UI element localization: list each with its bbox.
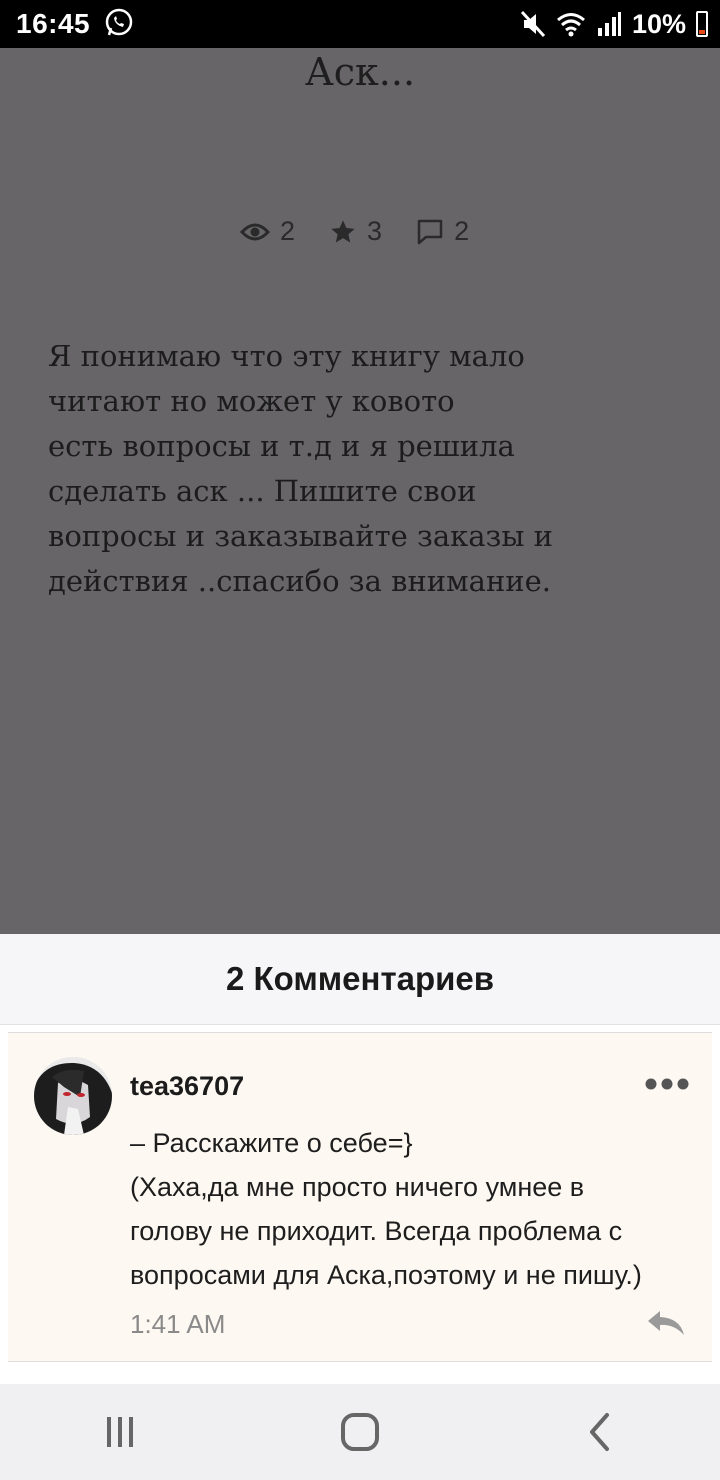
comments-count: 2 — [454, 216, 470, 246]
comments-sheet: 2 Комментариев tea36707 – Расскажите о с… — [0, 934, 720, 1384]
status-icons: 10% — [520, 6, 708, 42]
whatsapp-icon — [105, 8, 133, 36]
comment-text: – Расскажите о себе=} (Хаха,да мне прост… — [130, 1128, 642, 1290]
comment-item[interactable]: tea36707 – Расскажите о себе=} (Хаха,да … — [8, 1032, 712, 1362]
signal-icon — [597, 12, 621, 36]
battery-percent: 10% — [631, 8, 686, 39]
avatar-image — [34, 1057, 112, 1135]
recent-apps-button[interactable] — [80, 1392, 160, 1472]
wifi-icon — [556, 13, 585, 37]
star-icon — [331, 219, 355, 242]
battery-icon — [696, 11, 708, 37]
votes-count: 3 — [367, 216, 383, 246]
story-stats: 2 3 2 — [240, 216, 503, 247]
comments-header: 2 Комментариев — [0, 934, 720, 1025]
system-nav-bar — [0, 1384, 720, 1480]
status-time: 16:45 — [16, 8, 91, 39]
reply-icon[interactable] — [644, 1307, 688, 1337]
home-button[interactable] — [320, 1392, 400, 1472]
recent-apps-icon — [107, 1417, 133, 1447]
votes-stat: 3 — [329, 216, 382, 247]
views-stat: 2 — [240, 216, 295, 247]
status-bar: 16:45 10% — [0, 0, 720, 48]
story-section: Аск... 2 3 2 Я понимаю что эту книгу мал… — [0, 48, 720, 934]
story-title: Аск... — [304, 50, 416, 94]
comment-username[interactable]: tea36707 — [130, 1071, 244, 1102]
back-button[interactable] — [560, 1392, 640, 1472]
views-count: 2 — [280, 216, 296, 246]
mute-icon — [520, 10, 546, 38]
eye-icon — [240, 223, 270, 240]
home-icon — [341, 1413, 379, 1451]
comments-stat: 2 — [416, 216, 469, 247]
comment-timestamp: 1:41 AM — [130, 1309, 226, 1339]
avatar[interactable] — [34, 1057, 112, 1135]
back-icon — [590, 1413, 609, 1451]
more-options-icon[interactable] — [644, 1077, 690, 1091]
comment-bubble-icon — [417, 219, 443, 244]
story-body: Я понимаю что эту книгу мало читают но м… — [48, 339, 553, 598]
